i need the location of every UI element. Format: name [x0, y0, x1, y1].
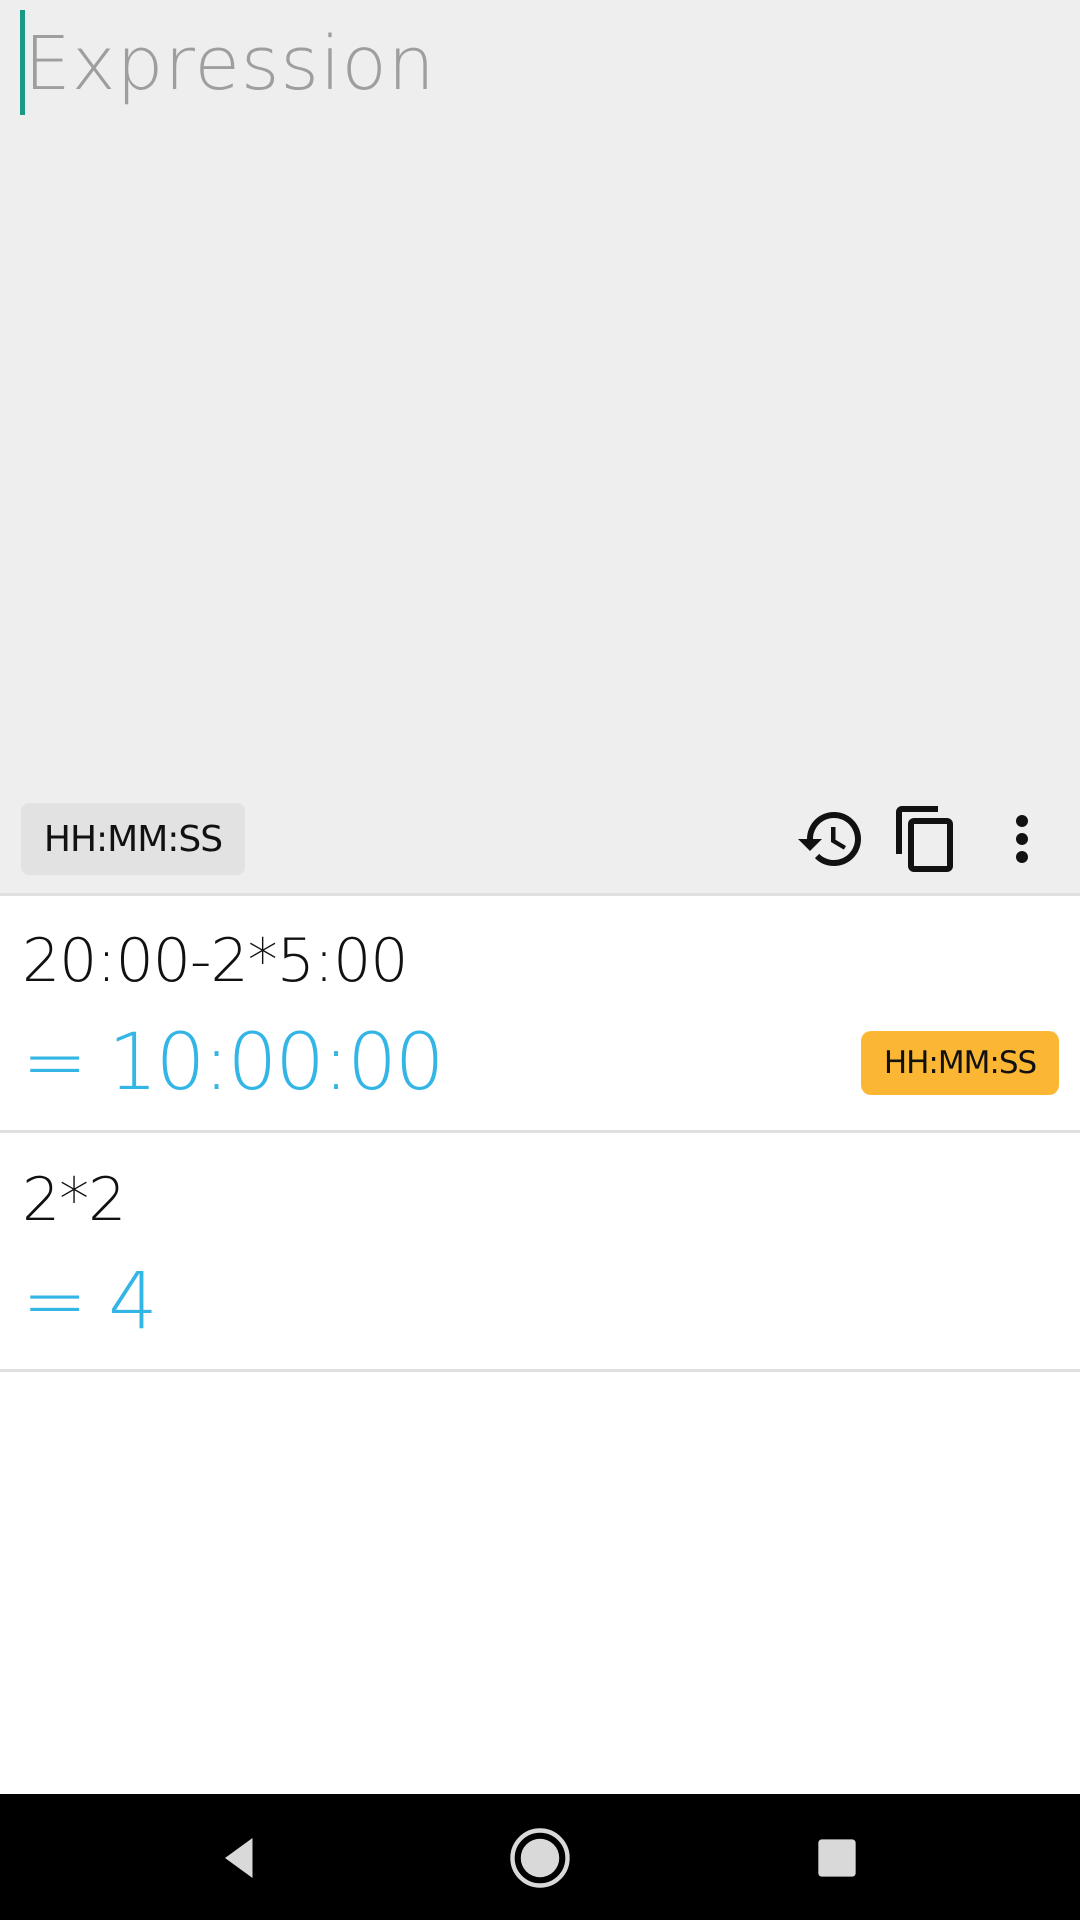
calculator-screen: HH:MM:SS 20:00-2*5:00 = 10:00:00 HH:MM:S…: [0, 0, 1080, 1920]
navigation-bar: [0, 1794, 1080, 1920]
row-divider: [0, 1130, 1080, 1133]
expression-input[interactable]: [24, 14, 1044, 114]
more-vert-icon[interactable]: [980, 797, 1064, 881]
back-icon[interactable]: [204, 1822, 276, 1894]
recents-icon[interactable]: [801, 1822, 873, 1894]
history-expression: 2*2: [22, 1165, 126, 1235]
home-icon[interactable]: [504, 1822, 576, 1894]
history-expression: 20:00-2*5:00: [22, 926, 408, 996]
history-item[interactable]: 20:00-2*5:00 = 10:00:00 HH:MM:SS: [0, 896, 1080, 1133]
history-icon[interactable]: [789, 797, 873, 881]
expression-area: HH:MM:SS: [0, 0, 1080, 895]
history-item[interactable]: 2*2 = 4: [0, 1135, 1080, 1372]
history-result: = 10:00:00: [22, 1018, 444, 1108]
result-format-button[interactable]: HH:MM:SS: [861, 1031, 1059, 1095]
copy-icon[interactable]: [884, 797, 968, 881]
history-result: = 4: [22, 1257, 158, 1347]
row-divider: [0, 1369, 1080, 1372]
format-selector-button[interactable]: HH:MM:SS: [21, 803, 245, 875]
